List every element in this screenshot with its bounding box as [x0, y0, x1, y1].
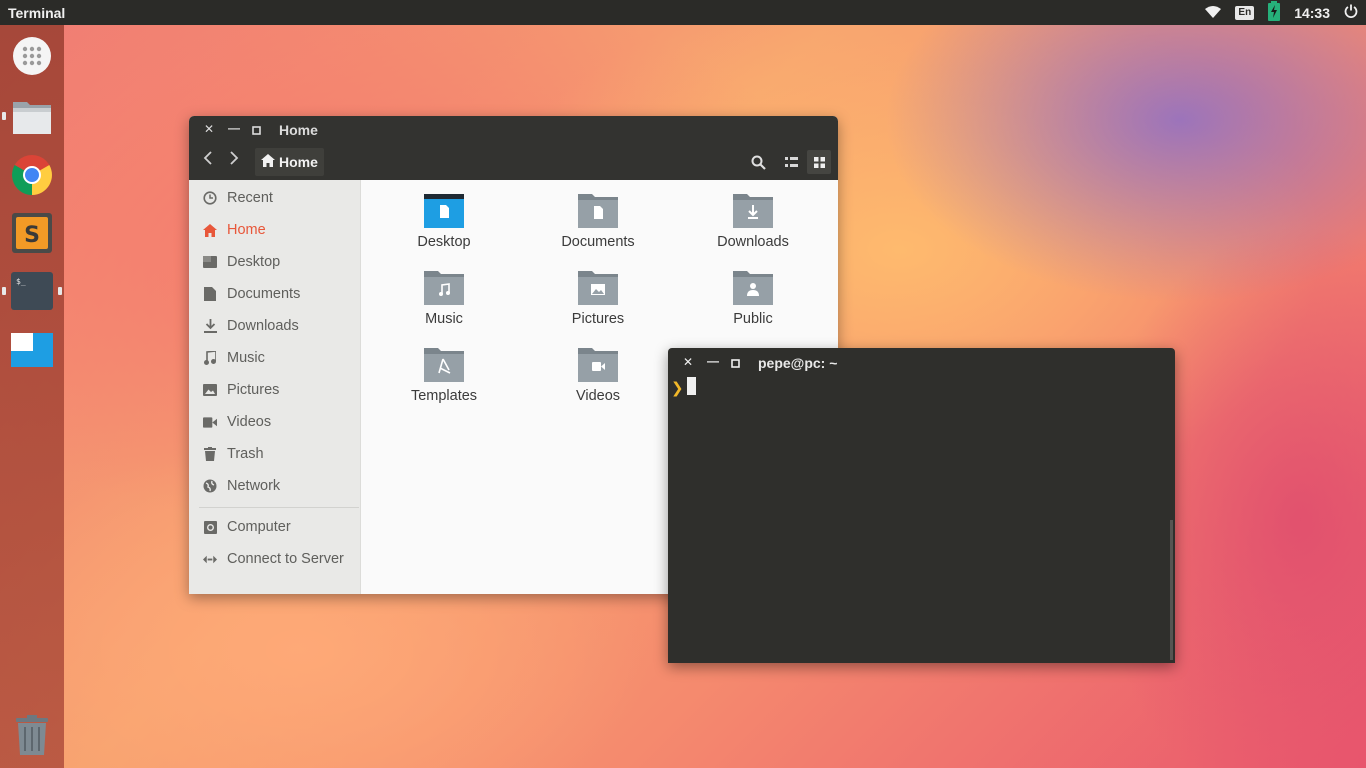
folder-downloads-icon [733, 194, 773, 228]
close-icon[interactable]: ✕ [204, 122, 214, 136]
back-button[interactable] [203, 150, 213, 171]
svg-text:S: S [24, 223, 40, 248]
running-indicator [58, 287, 62, 295]
trash-icon [203, 447, 217, 461]
folder-desktop-icon [424, 194, 464, 228]
sidebar-item-connect-to-server[interactable]: Connect to Server [189, 543, 361, 575]
connect-icon [203, 552, 217, 566]
file-item-videos[interactable]: Videos [538, 346, 658, 404]
desktop-icon [203, 255, 217, 269]
sidebar-item-recent[interactable]: Recent [189, 182, 361, 214]
workspace-switcher-icon[interactable] [8, 326, 56, 374]
sidebar-item-music[interactable]: Music [189, 342, 361, 374]
home-icon [203, 223, 217, 237]
chrome-icon[interactable] [8, 151, 56, 199]
file-item-downloads[interactable]: Downloads [693, 192, 813, 250]
app-grid-icon[interactable] [8, 32, 56, 80]
sidebar-item-trash[interactable]: Trash [189, 438, 361, 470]
music-icon [203, 351, 217, 365]
folder-templates-icon [424, 348, 464, 382]
file-item-pictures[interactable]: Pictures [538, 269, 658, 327]
files-icon[interactable] [8, 93, 56, 141]
breadcrumb-label: Home [279, 154, 318, 170]
terminal-title: pepe@pc: ~ [758, 355, 838, 371]
search-button[interactable] [746, 150, 770, 174]
folder-music-icon [424, 271, 464, 305]
file-item-desktop[interactable]: Desktop [384, 192, 504, 250]
minimize-icon[interactable]: — [228, 121, 240, 135]
file-item-public[interactable]: Public [693, 269, 813, 327]
keyboard-layout-indicator[interactable]: En [1235, 5, 1255, 20]
sidebar-item-downloads[interactable]: Downloads [189, 310, 361, 342]
sidebar-item-pictures[interactable]: Pictures [189, 374, 361, 406]
running-indicator [2, 287, 6, 295]
file-item-music[interactable]: Music [384, 269, 504, 327]
computer-icon [203, 520, 217, 534]
list-view-button[interactable] [779, 150, 803, 174]
terminal-window[interactable]: ✕ — pepe@pc: ~ ❯ [668, 348, 1175, 663]
folder-pictures-icon [578, 271, 618, 305]
terminal-icon[interactable]: $_ [8, 267, 56, 315]
prompt-symbol: ❯ [671, 380, 684, 397]
clock-icon [203, 191, 217, 205]
scrollbar[interactable] [1170, 520, 1173, 660]
text-cursor [687, 377, 696, 395]
system-tray: En 14:33 [1205, 1, 1358, 24]
document-icon [203, 287, 217, 301]
wifi-icon[interactable] [1205, 5, 1222, 21]
sidebar-item-network[interactable]: Network [189, 470, 361, 502]
home-icon [261, 154, 275, 170]
active-app-name[interactable]: Terminal [8, 5, 65, 21]
close-icon[interactable]: ✕ [683, 355, 693, 369]
picture-icon [203, 383, 217, 397]
file-manager-headerbar: ✕ — Home Home [189, 116, 838, 180]
file-item-templates[interactable]: Templates [384, 346, 504, 404]
download-icon [203, 319, 217, 333]
sublime-text-icon[interactable]: S [8, 209, 56, 257]
sidebar-separator [199, 507, 359, 508]
power-icon[interactable] [1344, 4, 1358, 21]
folder-videos-icon [578, 348, 618, 382]
video-icon [203, 415, 217, 429]
top-panel: Terminal En 14:33 [0, 0, 1366, 25]
running-indicator [2, 112, 6, 120]
grid-view-button[interactable] [807, 150, 831, 174]
battery-icon[interactable] [1268, 1, 1281, 24]
forward-button[interactable] [229, 150, 239, 171]
file-item-documents[interactable]: Documents [538, 192, 658, 250]
sidebar-item-computer[interactable]: Computer [189, 511, 361, 543]
network-icon [203, 479, 217, 493]
window-title: Home [279, 122, 318, 138]
maximize-icon[interactable] [731, 357, 740, 371]
folder-public-icon [733, 271, 773, 305]
clock[interactable]: 14:33 [1294, 5, 1330, 21]
places-sidebar: Recent Home Desktop Documents Downloads … [189, 180, 361, 594]
maximize-icon[interactable] [252, 124, 261, 138]
minimize-icon[interactable]: — [707, 354, 719, 368]
sidebar-item-desktop[interactable]: Desktop [189, 246, 361, 278]
dock: S $_ [0, 25, 64, 768]
sidebar-item-documents[interactable]: Documents [189, 278, 361, 310]
svg-text:$_: $_ [16, 277, 26, 286]
sidebar-item-home[interactable]: Home [189, 214, 361, 246]
breadcrumb-home[interactable]: Home [255, 148, 324, 176]
trash-icon[interactable] [8, 711, 56, 759]
folder-documents-icon [578, 194, 618, 228]
sidebar-item-videos[interactable]: Videos [189, 406, 361, 438]
